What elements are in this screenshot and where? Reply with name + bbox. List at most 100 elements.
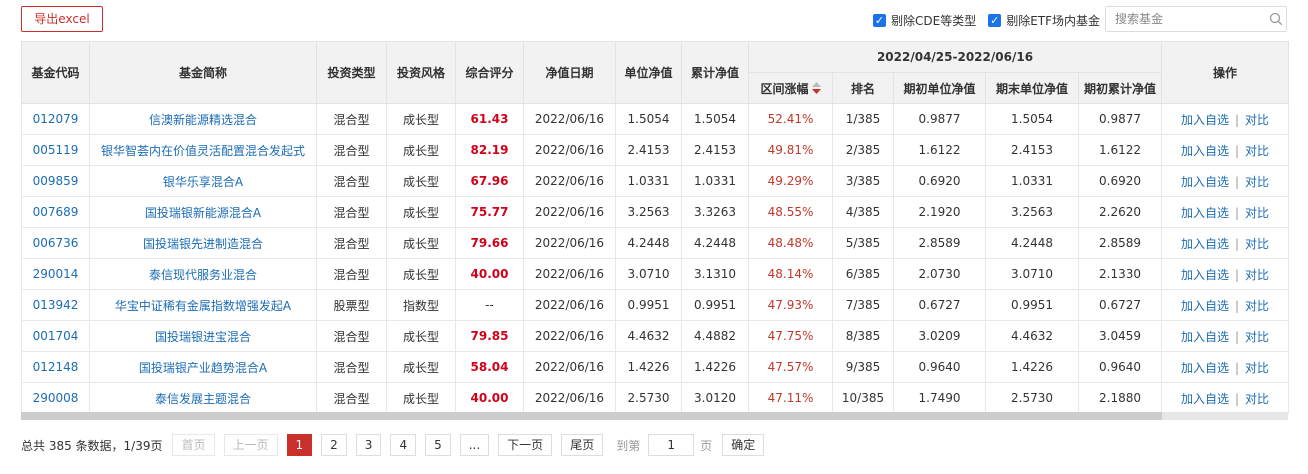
- compare-link[interactable]: 对比: [1245, 206, 1269, 220]
- filter-etf-label[interactable]: 剔除ETF场内基金: [1006, 12, 1100, 29]
- fund-code-link[interactable]: 009859: [21, 165, 90, 197]
- export-excel-button[interactable]: 导出excel: [21, 6, 103, 32]
- fund-name-link[interactable]: 泰信发展主题混合: [89, 382, 317, 414]
- compare-link[interactable]: 对比: [1245, 237, 1269, 251]
- fund-score: 61.43: [455, 103, 524, 135]
- checkbox-checked-icon[interactable]: ✓: [988, 14, 1002, 27]
- sort-desc-icon[interactable]: [811, 81, 821, 97]
- fund-name-link[interactable]: 银华智荟内在价值灵活配置混合发起式: [89, 134, 317, 166]
- page-button-3[interactable]: 3: [355, 434, 382, 456]
- table-row: 006736 国投瑞银先进制造混合 混合型 成长型 79.66 2022/06/16 4.2…: [21, 227, 1289, 259]
- fund-name-link[interactable]: 泰信现代服务业混合: [89, 258, 317, 290]
- confirm-goto-button[interactable]: 确定: [722, 434, 765, 456]
- next-page-button[interactable]: 下一页: [498, 434, 553, 456]
- scrollbar-thumb[interactable]: [21, 412, 1162, 420]
- add-watchlist-link[interactable]: 加入自选: [1181, 361, 1229, 375]
- total-count: 总共 385 条数据，1/39页: [21, 438, 163, 453]
- col-header-unit-nav[interactable]: 单位净值: [615, 41, 682, 104]
- acc-nav: 3.3263: [681, 196, 749, 228]
- compare-link[interactable]: 对比: [1245, 144, 1269, 158]
- col-header-start-unit[interactable]: 期初单位净值: [893, 72, 986, 104]
- compare-link[interactable]: 对比: [1245, 113, 1269, 127]
- page-button-5[interactable]: 5: [425, 434, 451, 456]
- fund-style: 成长型: [386, 320, 456, 352]
- period-rank: 3/385: [832, 165, 894, 197]
- separator: |: [1234, 112, 1240, 127]
- fund-code-link[interactable]: 290008: [21, 382, 90, 414]
- fund-code-link[interactable]: 006736: [21, 227, 90, 259]
- fund-code-link[interactable]: 001704: [21, 320, 90, 352]
- compare-link[interactable]: 对比: [1245, 392, 1269, 406]
- checkbox-checked-icon[interactable]: ✓: [873, 14, 886, 27]
- compare-link[interactable]: 对比: [1245, 268, 1269, 282]
- filter-cde-label[interactable]: 剔除CDE等类型: [891, 12, 976, 29]
- compare-link[interactable]: 对比: [1245, 299, 1269, 313]
- add-watchlist-link[interactable]: 加入自选: [1181, 268, 1229, 282]
- fund-name-link[interactable]: 国投瑞银进宝混合: [89, 320, 317, 352]
- period-rank: 1/385: [832, 103, 894, 135]
- col-header-type[interactable]: 投资类型: [316, 41, 387, 104]
- add-watchlist-link[interactable]: 加入自选: [1181, 175, 1229, 189]
- page-button-1[interactable]: 1: [286, 434, 313, 456]
- acc-nav: 4.2448: [681, 227, 749, 259]
- fund-code-link[interactable]: 005119: [21, 134, 90, 166]
- add-watchlist-link[interactable]: 加入自选: [1181, 113, 1229, 127]
- col-header-style[interactable]: 投资风格: [386, 41, 456, 104]
- horizontal-scrollbar[interactable]: [21, 412, 1288, 420]
- compare-link[interactable]: 对比: [1245, 175, 1269, 189]
- nav-date: 2022/06/16: [523, 196, 616, 228]
- col-header-score[interactable]: 综合评分: [455, 41, 524, 104]
- filter-etf-checkbox[interactable]: ✓ 剔除ETF场内基金: [988, 12, 1100, 29]
- period-change: 48.55%: [748, 196, 833, 228]
- col-header-code[interactable]: 基金代码: [21, 41, 90, 104]
- fund-name-link[interactable]: 银华乐享混合A: [89, 165, 317, 197]
- search-input[interactable]: [1106, 7, 1265, 31]
- period-rank: 10/385: [832, 382, 894, 414]
- page-button-4[interactable]: 4: [390, 434, 417, 456]
- prev-page-button[interactable]: 上一页: [223, 434, 278, 456]
- add-watchlist-link[interactable]: 加入自选: [1181, 330, 1229, 344]
- filter-group: ✓ 剔除CDE等类型 ✓ 剔除ETF场内基金: [873, 12, 1112, 29]
- fund-name-link[interactable]: 国投瑞银产业趋势混合A: [89, 351, 317, 383]
- page-button-2[interactable]: 2: [321, 434, 347, 456]
- start-unit-nav: 1.7490: [893, 382, 986, 414]
- unit-nav: 1.4226: [615, 351, 682, 383]
- fund-code-link[interactable]: 007689: [21, 196, 90, 228]
- goto-page-input[interactable]: [648, 434, 695, 456]
- last-page-button[interactable]: 尾页: [561, 434, 604, 456]
- col-header-rank[interactable]: 排名: [832, 72, 894, 104]
- add-watchlist-link[interactable]: 加入自选: [1181, 392, 1229, 406]
- col-header-name[interactable]: 基金简称: [89, 41, 317, 104]
- fund-code-link[interactable]: 012148: [21, 351, 90, 383]
- filter-cde-checkbox[interactable]: ✓ 剔除CDE等类型: [873, 12, 976, 29]
- add-watchlist-link[interactable]: 加入自选: [1181, 237, 1229, 251]
- col-header-change[interactable]: 区间涨幅: [748, 72, 833, 104]
- end-unit-nav: 4.2448: [985, 227, 1079, 259]
- compare-link[interactable]: 对比: [1245, 330, 1269, 344]
- fund-table: 基金代码 基金简称 投资类型 投资风格 综合评分 净值日期 单位净值 累计净值 …: [21, 41, 1289, 414]
- acc-nav: 2.4153: [681, 134, 749, 166]
- fund-name-link[interactable]: 华宝中证稀有金属指数增强发起A: [89, 289, 317, 321]
- col-header-acc-nav[interactable]: 累计净值: [681, 41, 749, 104]
- col-header-end-unit[interactable]: 期末单位净值: [985, 72, 1079, 104]
- first-page-button[interactable]: 首页: [172, 434, 215, 456]
- fund-name-link[interactable]: 国投瑞银新能源混合A: [89, 196, 317, 228]
- fund-code-link[interactable]: 012079: [21, 103, 90, 135]
- page-ellipsis: ...: [459, 434, 490, 456]
- fund-code-link[interactable]: 290014: [21, 258, 90, 290]
- acc-nav: 4.4882: [681, 320, 749, 352]
- col-header-nav-date[interactable]: 净值日期: [523, 41, 616, 104]
- col-header-start-acc[interactable]: 期初累计净值: [1078, 72, 1162, 104]
- start-acc-nav: 2.1330: [1078, 258, 1162, 290]
- add-watchlist-link[interactable]: 加入自选: [1181, 206, 1229, 220]
- compare-link[interactable]: 对比: [1245, 361, 1269, 375]
- add-watchlist-link[interactable]: 加入自选: [1181, 299, 1229, 313]
- fund-name-link[interactable]: 信澳新能源精选混合: [89, 103, 317, 135]
- fund-code-link[interactable]: 013942: [21, 289, 90, 321]
- add-watchlist-link[interactable]: 加入自选: [1181, 144, 1229, 158]
- search-icon[interactable]: [1265, 7, 1286, 31]
- start-unit-nav: 2.0730: [893, 258, 986, 290]
- col-header-change-label[interactable]: 区间涨幅: [760, 82, 808, 96]
- fund-name-link[interactable]: 国投瑞银先进制造混合: [89, 227, 317, 259]
- start-acc-nav: 0.6727: [1078, 289, 1162, 321]
